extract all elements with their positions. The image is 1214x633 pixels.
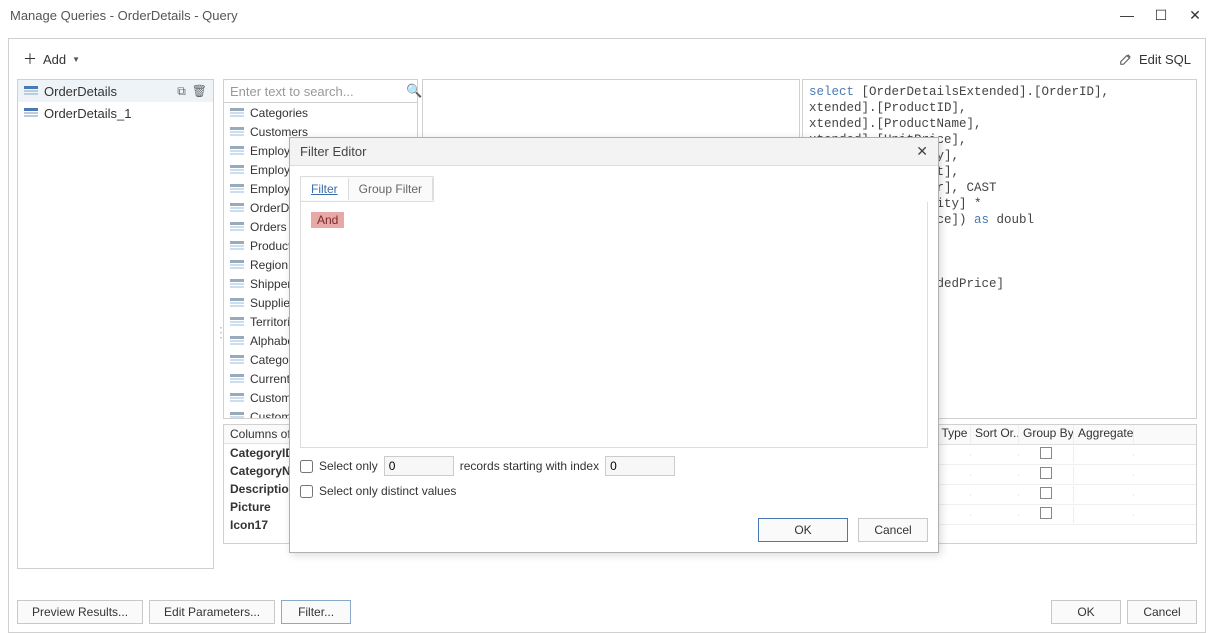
maximize-button[interactable]: ☐ bbox=[1152, 7, 1170, 24]
filter-editor-dialog: Filter Editor ✕ Filter Group Filter And … bbox=[289, 137, 939, 553]
hdr-aggregate[interactable]: Aggregate bbox=[1074, 425, 1134, 444]
table-icon bbox=[230, 298, 244, 308]
distinct-row: Select only distinct values bbox=[300, 484, 928, 498]
window-title: Manage Queries - OrderDetails - Query bbox=[10, 8, 1118, 23]
and-operator[interactable]: And bbox=[311, 212, 344, 228]
add-button[interactable]: ＋ Add ▼ bbox=[17, 47, 86, 71]
query-item-orderdetails-1[interactable]: OrderDetails_1 bbox=[18, 102, 213, 124]
records-from-label: records starting with index bbox=[460, 459, 599, 473]
table-icon bbox=[230, 222, 244, 232]
search-box: 🔍 bbox=[223, 79, 418, 103]
dialog-button-bar: OK Cancel bbox=[290, 508, 938, 552]
cancel-button[interactable]: Cancel bbox=[1127, 600, 1197, 624]
dialog-close-icon[interactable]: ✕ bbox=[916, 143, 928, 160]
delete-icon[interactable]: 🗑 bbox=[192, 84, 207, 99]
edit-parameters-button[interactable]: Edit Parameters... bbox=[149, 600, 275, 624]
tab-group-filter[interactable]: Group Filter bbox=[349, 178, 433, 200]
table-name: Categories bbox=[250, 106, 308, 120]
table-icon bbox=[230, 127, 244, 137]
table-name: Orders bbox=[250, 220, 287, 234]
table-icon bbox=[230, 241, 244, 251]
table-icon bbox=[230, 336, 244, 346]
table-icon bbox=[24, 108, 38, 118]
search-input[interactable] bbox=[230, 84, 406, 99]
search-icon[interactable]: 🔍 bbox=[406, 83, 422, 99]
distinct-label: Select only distinct values bbox=[319, 484, 456, 498]
select-only-row: Select only records starting with index bbox=[300, 456, 928, 476]
hdr-group-by[interactable]: Group By bbox=[1019, 425, 1074, 444]
query-item-orderdetails[interactable]: OrderDetails ⧉ 🗑 bbox=[18, 80, 213, 102]
dropdown-caret-icon: ▼ bbox=[72, 55, 80, 64]
table-icon bbox=[230, 374, 244, 384]
pencil-icon bbox=[1119, 52, 1133, 66]
table-icon bbox=[230, 355, 244, 365]
select-only-checkbox[interactable] bbox=[300, 460, 313, 473]
hdr-sort-order[interactable]: Sort Or... bbox=[971, 425, 1019, 444]
dialog-title: Filter Editor bbox=[300, 144, 916, 159]
table-icon bbox=[230, 108, 244, 118]
close-button[interactable]: ✕ bbox=[1186, 7, 1204, 24]
query-name: OrderDetails_1 bbox=[44, 106, 131, 121]
preview-results-button[interactable]: Preview Results... bbox=[17, 600, 143, 624]
tab-filter[interactable]: Filter bbox=[301, 178, 349, 200]
groupby-checkbox[interactable] bbox=[1040, 447, 1052, 459]
groupby-checkbox[interactable] bbox=[1040, 507, 1052, 519]
groupby-checkbox[interactable] bbox=[1040, 467, 1052, 479]
table-icon bbox=[24, 86, 38, 96]
add-label: Add bbox=[43, 52, 66, 67]
table-icon bbox=[230, 412, 244, 420]
dialog-cancel-button[interactable]: Cancel bbox=[858, 518, 928, 542]
table-icon bbox=[230, 260, 244, 270]
table-icon bbox=[230, 203, 244, 213]
table-icon bbox=[230, 184, 244, 194]
main-frame: ＋ Add ▼ Edit SQL OrderDetails ⧉ 🗑 bbox=[8, 38, 1206, 633]
edit-sql-label: Edit SQL bbox=[1139, 52, 1191, 67]
groupby-checkbox[interactable] bbox=[1040, 487, 1052, 499]
filter-tree[interactable]: And bbox=[300, 202, 928, 448]
plus-icon: ＋ bbox=[23, 49, 37, 69]
table-item[interactable]: Categories bbox=[224, 103, 417, 122]
records-from-index-input[interactable] bbox=[605, 456, 675, 476]
filter-button[interactable]: Filter... bbox=[281, 600, 351, 624]
table-icon bbox=[230, 317, 244, 327]
select-only-count-input[interactable] bbox=[384, 456, 454, 476]
queries-panel: OrderDetails ⧉ 🗑 OrderDetails_1 bbox=[17, 79, 214, 569]
table-icon bbox=[230, 279, 244, 289]
window-controls: — ☐ ✕ bbox=[1118, 7, 1204, 24]
title-bar: Manage Queries - OrderDetails - Query — … bbox=[0, 0, 1214, 30]
table-icon bbox=[230, 165, 244, 175]
distinct-checkbox[interactable] bbox=[300, 485, 313, 498]
minimize-button[interactable]: — bbox=[1118, 7, 1136, 24]
vertical-splitter[interactable] bbox=[216, 79, 221, 569]
table-name: Region bbox=[250, 258, 288, 272]
dialog-ok-button[interactable]: OK bbox=[758, 518, 848, 542]
table-icon bbox=[230, 146, 244, 156]
edit-sql-button[interactable]: Edit SQL bbox=[1119, 52, 1197, 67]
ok-button[interactable]: OK bbox=[1051, 600, 1121, 624]
dialog-body: Filter Group Filter And Select only reco… bbox=[290, 166, 938, 508]
bottom-bar: Preview Results... Edit Parameters... Fi… bbox=[17, 600, 1197, 624]
filter-tabs: Filter Group Filter bbox=[300, 176, 434, 202]
copy-icon[interactable]: ⧉ bbox=[177, 84, 186, 99]
dialog-titlebar[interactable]: Filter Editor ✕ bbox=[290, 138, 938, 166]
toolbar: ＋ Add ▼ Edit SQL bbox=[17, 47, 1197, 71]
select-only-label: Select only bbox=[319, 459, 378, 473]
query-name: OrderDetails bbox=[44, 84, 117, 99]
table-icon bbox=[230, 393, 244, 403]
